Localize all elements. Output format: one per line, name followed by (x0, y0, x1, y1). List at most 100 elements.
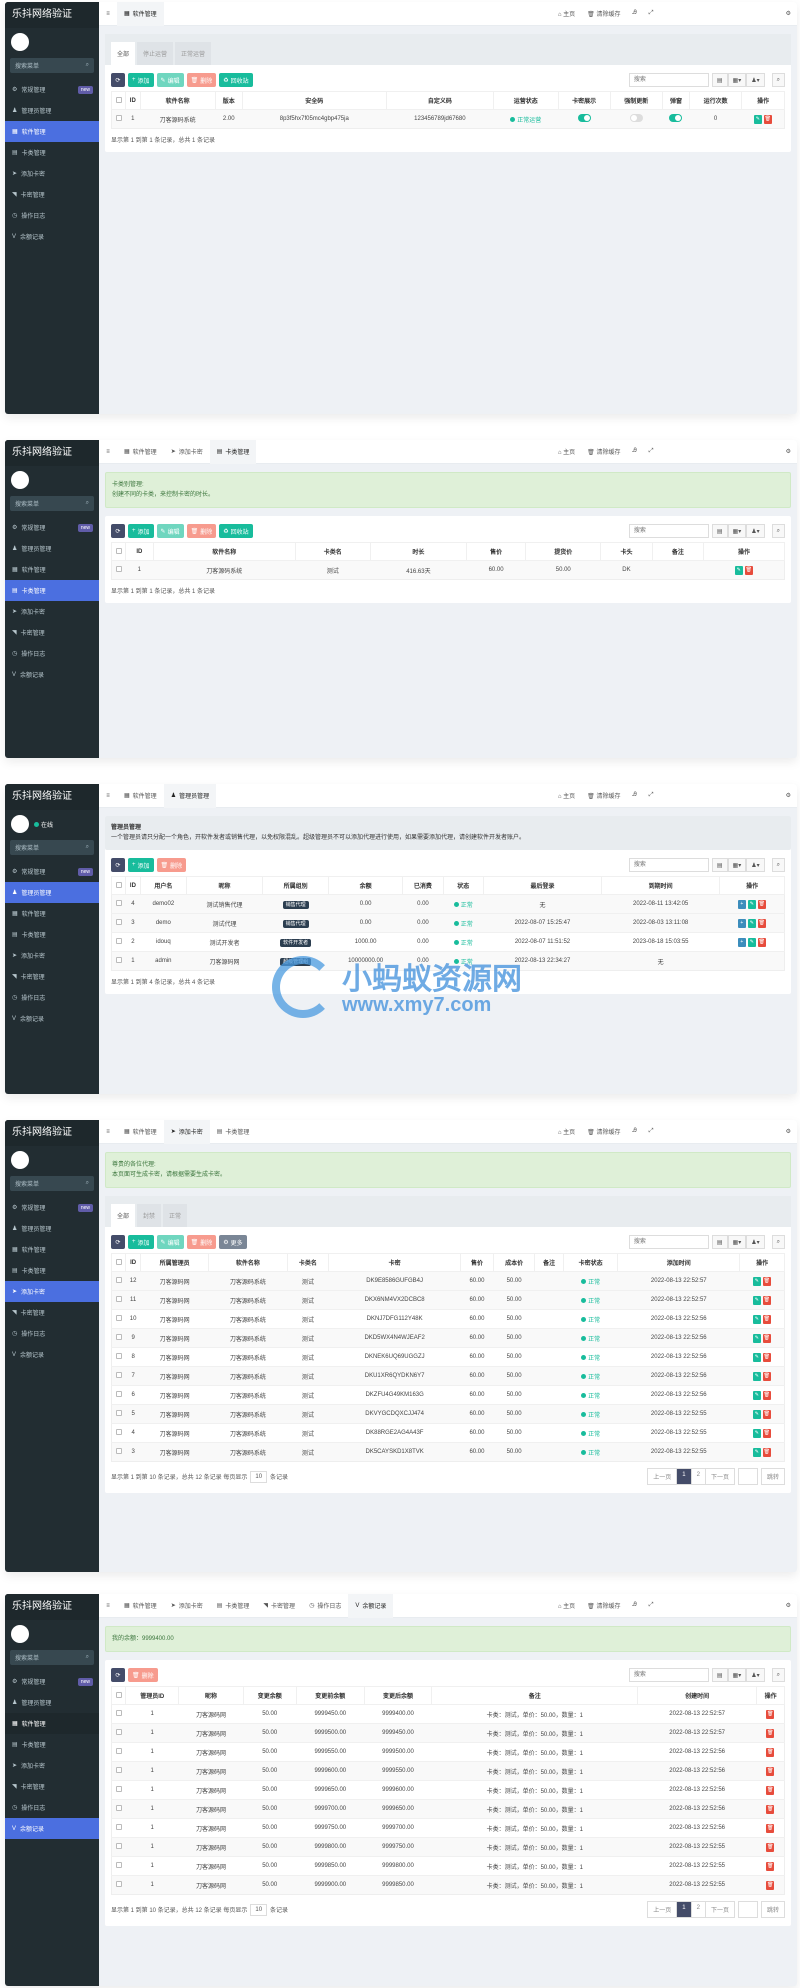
edit-icon[interactable]: ✎ (752, 1314, 761, 1324)
menu-search-placeholder[interactable]: 搜索菜单 (15, 1179, 39, 1188)
detail-icon[interactable]: + (737, 918, 746, 928)
column-header[interactable]: 卡类名 (286, 1253, 330, 1272)
home-link[interactable]: ⌂ 主页 (558, 447, 575, 456)
delete-icon[interactable]: 🗑 (762, 1352, 771, 1362)
sidebar-item[interactable]: ▦ 软件管理 (5, 1713, 99, 1734)
edit-icon[interactable]: ✎ (747, 899, 756, 909)
column-header[interactable]: ID (125, 542, 154, 561)
row-checkbox[interactable] (115, 1729, 122, 1735)
avatar[interactable] (11, 471, 29, 489)
edit-icon[interactable]: ✎ (752, 1428, 761, 1438)
column-header[interactable]: 昵称 (178, 1686, 244, 1705)
table-search-input[interactable] (628, 858, 709, 872)
table-row[interactable]: 1 刀客源码网 50.00 9999650.00 9999600.00 卡类：测试，单价：… (111, 1780, 785, 1800)
column-header[interactable]: 创建时间 (637, 1686, 758, 1705)
column-header[interactable]: 变更余额 (242, 1686, 297, 1705)
table-row[interactable]: 4 demo02 测试销售代理 销售代理 0.00 0.00 正常 无 2022-08-11 1… (111, 894, 785, 914)
row-checkbox[interactable] (115, 957, 122, 963)
table-row[interactable]: 1 刀客源码网 50.00 9999850.00 9999800.00 卡类：测试，单价：… (111, 1856, 785, 1876)
column-header[interactable]: 版本 (214, 91, 243, 110)
sidebar-item[interactable]: ➤ 添加卡密 (5, 1281, 99, 1302)
table-row[interactable]: 1 刀客源码网 50.00 9999900.00 9999850.00 卡类：测试，单价：… (111, 1875, 785, 1895)
row-checkbox[interactable] (115, 1391, 122, 1397)
export-user-button[interactable]: ♟▾ (746, 1235, 765, 1249)
edit-icon[interactable]: ✎ (752, 1371, 761, 1381)
column-header[interactable]: 操作 (719, 876, 785, 895)
detail-icon[interactable]: + (737, 937, 746, 947)
row-checkbox[interactable] (115, 566, 122, 572)
jump-button[interactable]: 跳转 (760, 1901, 785, 1918)
search-icon[interactable]: ⌕ (86, 1180, 89, 1187)
edit-icon[interactable]: ✎ (747, 918, 756, 928)
add-button[interactable]: + 添加 (128, 524, 154, 538)
delete-icon[interactable]: 🗑 (766, 1785, 775, 1795)
delete-icon[interactable]: 🗑 (766, 1861, 775, 1871)
row-checkbox[interactable] (115, 1372, 122, 1378)
sidebar-item[interactable]: V 余额记录 (5, 1818, 99, 1839)
column-header[interactable]: 备注 (534, 1253, 564, 1272)
sidebar-item[interactable]: ◥ 卡密管理 (5, 622, 99, 643)
delete-icon[interactable]: 🗑 (762, 1314, 771, 1324)
search-toggle-button[interactable]: ⌕ (771, 858, 785, 872)
table-row[interactable]: 1 刀客源码网 50.00 9999450.00 9999400.00 卡类：测试，单价：… (111, 1704, 785, 1724)
jump-page-input[interactable] (737, 1468, 758, 1485)
select-all-checkbox[interactable] (115, 881, 122, 888)
column-header[interactable]: 用户名 (139, 876, 187, 895)
settings-gear-icon[interactable]: ⚙ (786, 10, 791, 17)
column-header[interactable]: 软件名称 (139, 91, 216, 110)
delete-icon[interactable]: 🗑 (766, 1747, 775, 1757)
refresh-button[interactable]: ⟳ (111, 524, 125, 538)
delete-icon[interactable]: 🗑 (766, 1728, 775, 1738)
column-header[interactable]: 成本价 (492, 1253, 536, 1272)
menu-search-input[interactable]: 搜索菜单 ⌕ (10, 58, 94, 73)
delete-icon[interactable]: 🗑 (766, 1804, 775, 1814)
edit-icon[interactable]: ✎ (752, 1390, 761, 1400)
sidebar-item[interactable]: ➤ 添加卡密 (5, 163, 99, 184)
table-row[interactable]: 1 admin 刀客源码网 超级管理组 10000000.00 0.00 正常 2022-08… (111, 951, 785, 971)
row-checkbox[interactable] (115, 1881, 122, 1887)
column-header[interactable]: 管理员ID (124, 1686, 180, 1705)
columns-button[interactable]: ▦▾ (727, 73, 747, 87)
sidebar-item[interactable]: ♟ 管理员管理 (5, 1692, 99, 1713)
translate-icon[interactable]: Ꭿ (632, 448, 636, 455)
menu-search-placeholder[interactable]: 搜索菜单 (15, 499, 39, 508)
table-row[interactable]: 1 刀客源码网 50.00 9999750.00 9999700.00 卡类：测试，单价：… (111, 1818, 785, 1838)
row-checkbox[interactable] (115, 1786, 122, 1792)
fullscreen-icon[interactable]: ⤢ (649, 1128, 654, 1135)
delete-icon[interactable]: 🗑 (766, 1766, 775, 1776)
search-icon[interactable]: ⌕ (86, 844, 89, 851)
column-header[interactable]: 安全码 (241, 91, 387, 110)
clear-cache-button[interactable]: 🗑 清除缓存 (587, 447, 620, 456)
menu-search-input[interactable]: 搜索菜单 ⌕ (10, 840, 94, 855)
table-row[interactable]: 1 刀客源码网 50.00 9999600.00 9999550.00 卡类：测试，单价：… (111, 1761, 785, 1781)
sidebar-item[interactable]: ▦ 软件管理 (5, 121, 99, 142)
home-link[interactable]: ⌂ 主页 (558, 1127, 575, 1136)
row-checkbox[interactable] (115, 1805, 122, 1811)
row-checkbox[interactable] (115, 1748, 122, 1754)
page-button[interactable]: 2 (690, 1901, 706, 1918)
clear-cache-button[interactable]: 🗑 清除缓存 (587, 1601, 620, 1610)
nav-tab[interactable]: ▤ 卡类管理 (209, 440, 257, 464)
table-row[interactable]: 3 demo 测试代理 销售代理 0.00 0.00 正常 2022-08-07 15:25:… (111, 913, 785, 933)
search-toggle-button[interactable]: ⌕ (771, 524, 785, 538)
fullscreen-icon[interactable]: ⤢ (649, 448, 654, 455)
prev-page-button[interactable]: 上一页 (647, 1468, 678, 1485)
table-row[interactable]: 7 刀客源码网 刀客源码系统 测试 DKU1XR6QYDKN6Y7 60.00 50.00 正… (111, 1366, 785, 1386)
row-checkbox[interactable] (115, 1767, 122, 1773)
prev-page-button[interactable]: 上一页 (647, 1901, 678, 1918)
table-row[interactable]: 11 刀客源码网 刀客源码系统 测试 DKX6NM4VX2DCBC8 60.00 50.00… (111, 1290, 785, 1310)
menu-toggle-icon[interactable]: ≡ (99, 11, 117, 17)
delete-icon[interactable]: 🗑 (766, 1880, 775, 1890)
nav-tab[interactable]: ▤ 卡类管理 (210, 1120, 257, 1144)
menu-search-placeholder[interactable]: 搜索菜单 (15, 61, 39, 70)
page-button[interactable]: 1 (676, 1468, 692, 1485)
column-header[interactable]: 卡密展示 (557, 91, 611, 110)
refresh-button[interactable]: ⟳ (111, 1235, 125, 1249)
column-header[interactable]: 最后登录 (482, 876, 603, 895)
del-button[interactable]: 🗑 删除 (128, 1668, 158, 1682)
del-button[interactable]: 🗑 删除 (186, 1235, 217, 1249)
menu-search-placeholder[interactable]: 搜索菜单 (15, 843, 39, 852)
add-button[interactable]: + 添加 (128, 73, 154, 87)
edit-icon[interactable]: ✎ (752, 1447, 761, 1457)
row-checkbox[interactable] (115, 900, 122, 906)
